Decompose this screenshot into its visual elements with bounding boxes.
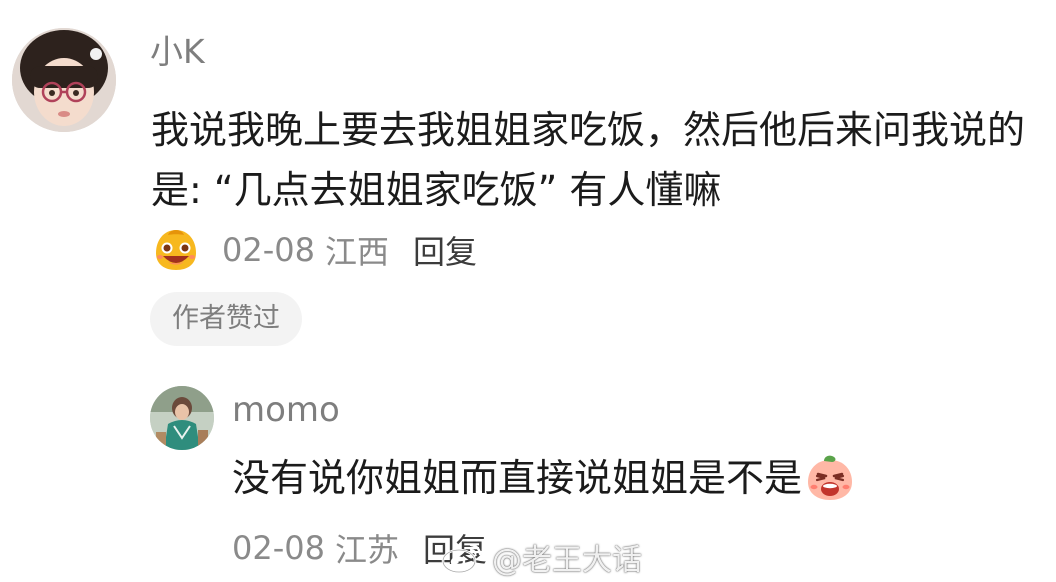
avatar[interactable] [12,28,116,132]
comment-text: 我说我晚上要去我姐姐家吃饭，然后他后来问我说的是: “几点去姐姐家吃饭” 有人懂… [151,108,1026,212]
comment-meta: 02-08 江西 回复 [152,222,477,278]
reply-username[interactable]: momo [232,388,340,432]
reply-text: 没有说你姐姐而直接说姐姐是不是 [232,456,803,500]
shocked-peach-emoji-icon [808,455,853,500]
reply-text-row: 没有说你姐姐而直接说姐姐是不是 [232,450,856,506]
watermark-text: @老王大话 [492,543,642,578]
comment-date: 02-08 [222,231,315,269]
avatar-icon [150,386,214,450]
watermark: @老王大话 [440,532,642,582]
author-liked-badge: 作者赞过 [150,292,302,346]
reply-location: 江苏 [334,531,399,569]
comment-item: 小K 我说我晚上要去我姐姐家吃饭，然后他后来问我说的是: “几点去姐姐家吃饭” … [0,0,1056,370]
reply-button[interactable]: 回复 [413,227,477,273]
weibo-logo-icon [441,543,482,574]
username[interactable]: 小K [150,30,205,74]
avatar-icon [12,28,116,132]
comment-location: 江西 [324,233,389,271]
reply-date: 02-08 [232,529,325,567]
laughing-face-emoji-icon [156,230,196,270]
reply-avatar[interactable] [150,386,214,450]
